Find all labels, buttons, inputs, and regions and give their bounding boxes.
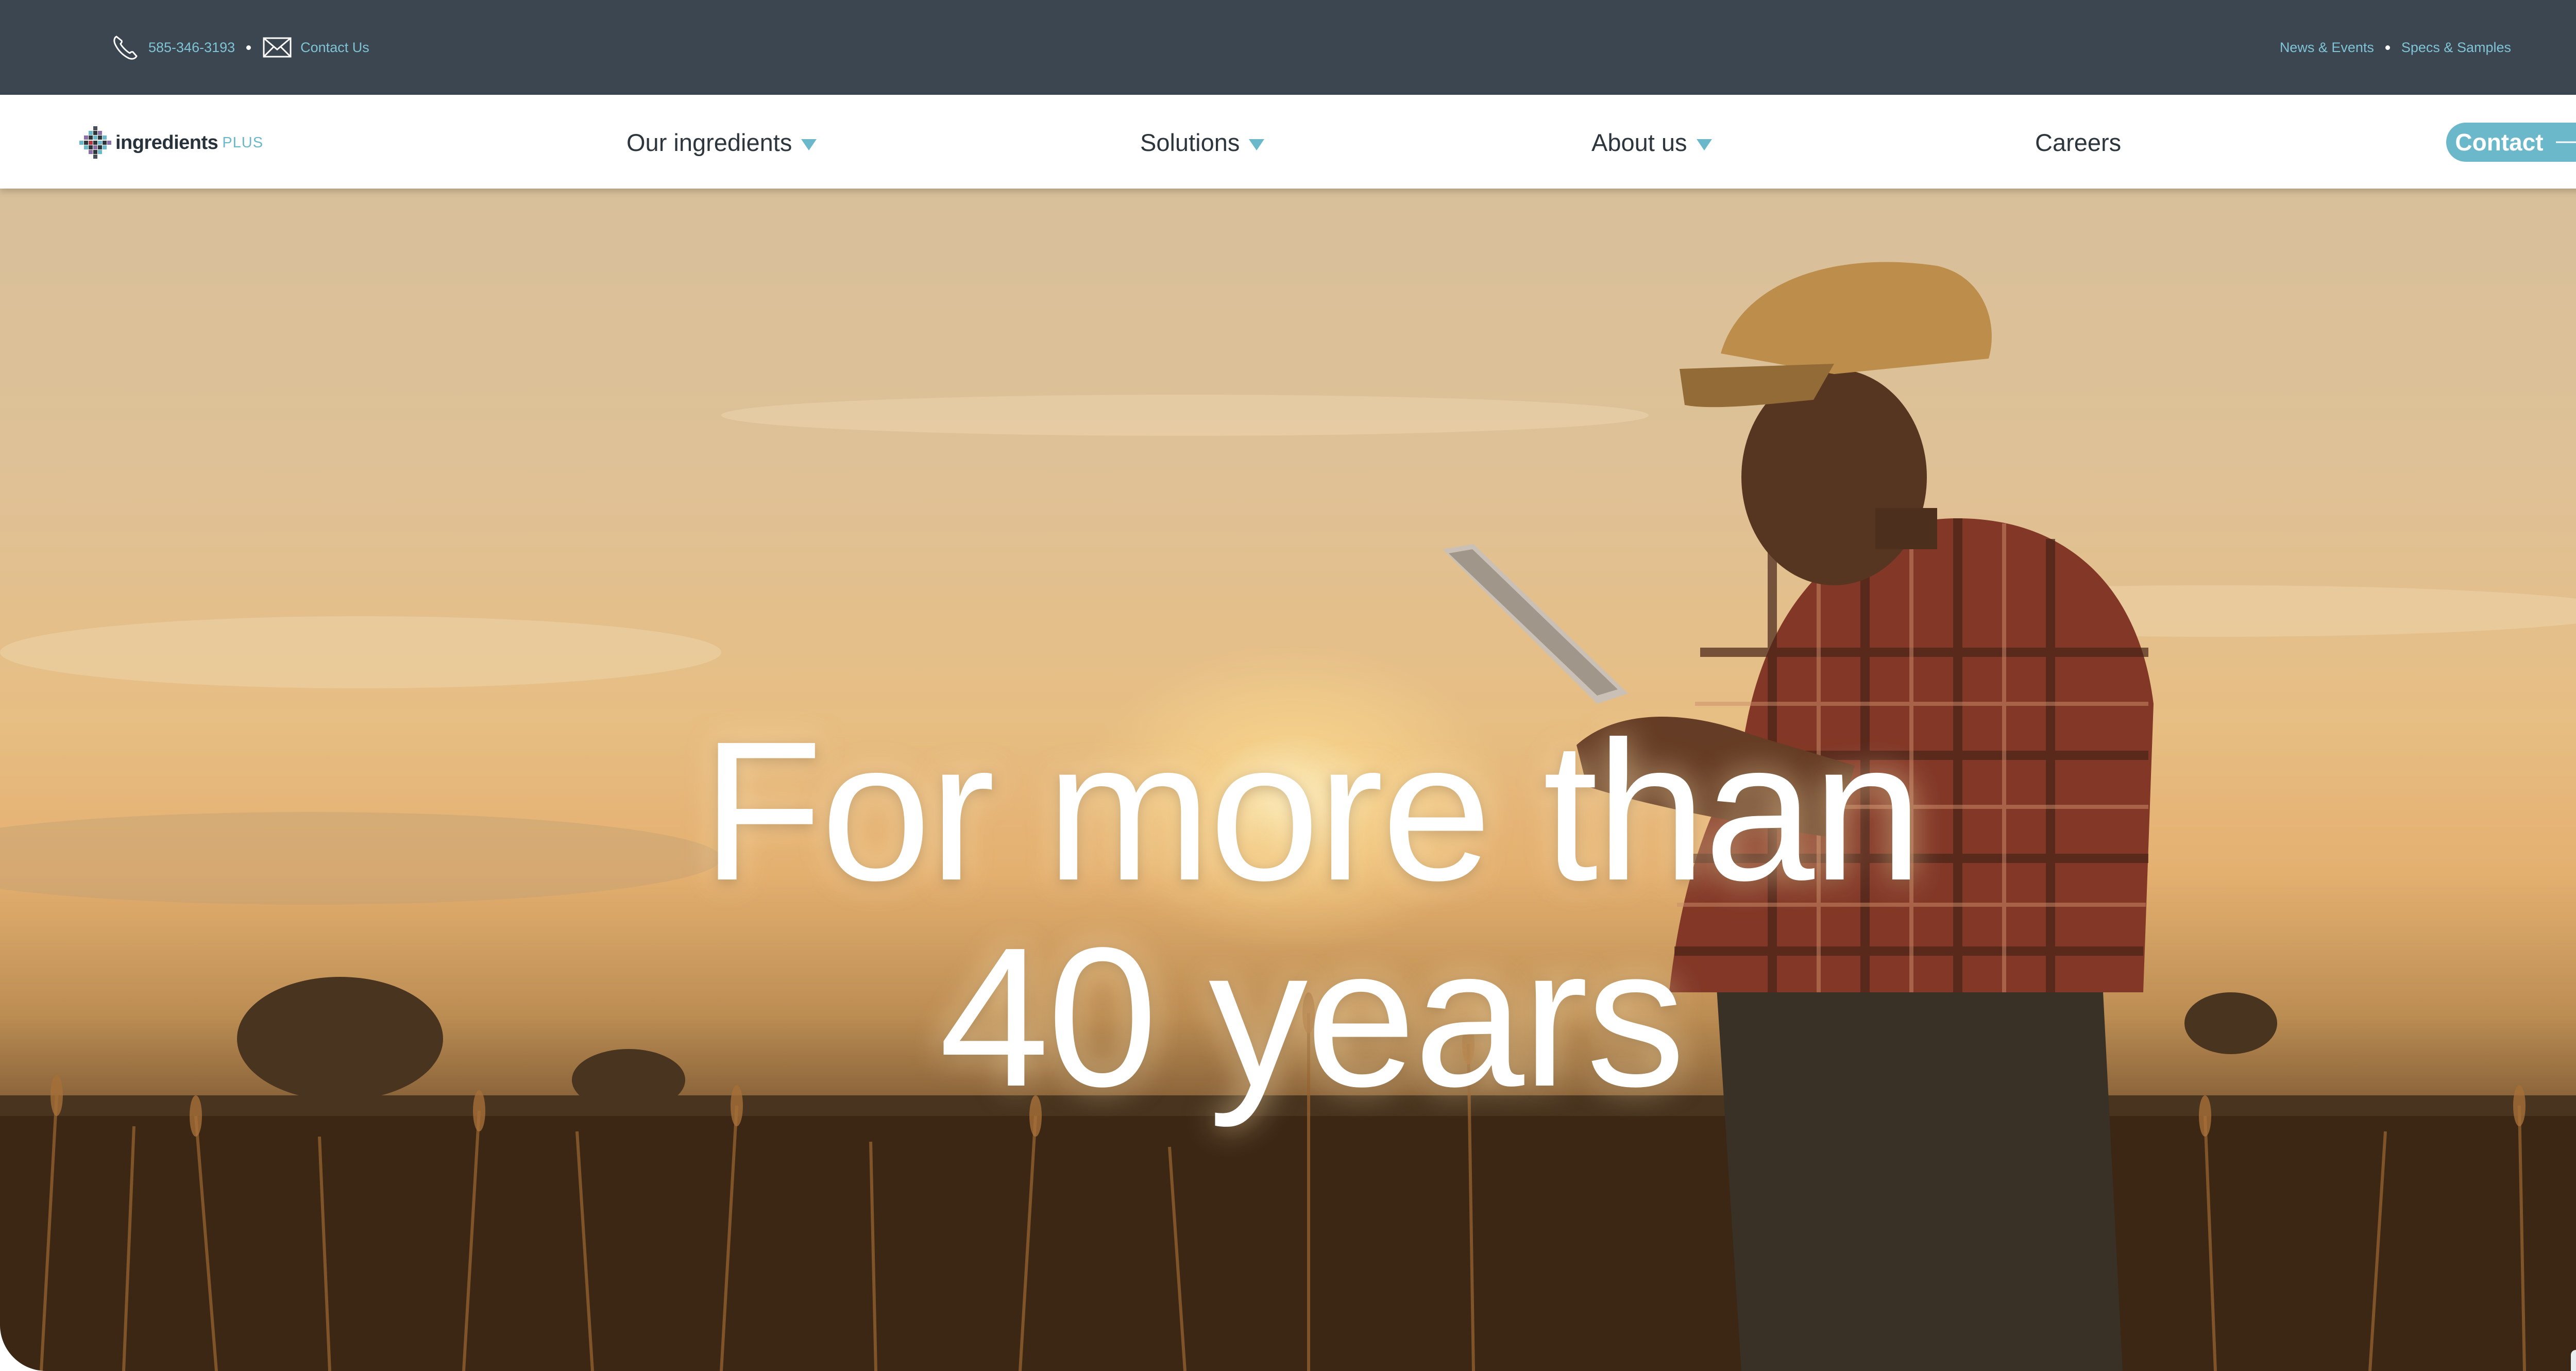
- nav-label: Our ingredients: [626, 128, 792, 156]
- phone-icon[interactable]: [110, 32, 140, 62]
- utility-bar: 585-346-3193 Contact Us News & Events Sp…: [0, 0, 2576, 95]
- nav-our-ingredients[interactable]: Our ingredients: [626, 127, 817, 158]
- brand-logo[interactable]: ingredients PLUS: [77, 125, 263, 161]
- separator-dot: [2385, 45, 2390, 50]
- specs-samples-link[interactable]: Specs & Samples: [2401, 40, 2511, 56]
- contact-button-label: Contact: [2455, 129, 2544, 156]
- nav-about-us[interactable]: About us: [1591, 127, 1712, 158]
- logo-mosaic-icon: [79, 126, 111, 159]
- news-events-link[interactable]: News & Events: [2280, 40, 2374, 56]
- utility-links-group: News & Events Specs & Samples: [2280, 32, 2511, 63]
- dropdown-caret-icon: [1249, 139, 1265, 150]
- phone-link[interactable]: 585-346-3193: [148, 40, 235, 56]
- nav-careers[interactable]: Careers: [2035, 127, 2121, 158]
- nav-label: Solutions: [1140, 128, 1240, 156]
- arrow-right-icon: [2555, 141, 2576, 143]
- hero-banner: For more than 40 years: [0, 189, 2576, 1371]
- utility-contact-group: 585-346-3193 Contact Us: [110, 32, 369, 63]
- contact-us-link[interactable]: Contact Us: [300, 40, 369, 56]
- hero-headline-line2: 40 years: [939, 905, 1686, 1128]
- hero-headline: For more than 40 years: [0, 699, 2576, 1128]
- brand-suffix: PLUS: [222, 134, 264, 151]
- main-navigation: ingredients PLUS Our ingredients Solutio…: [0, 95, 2576, 189]
- scroll-to-top-button[interactable]: ⌃: [2571, 1350, 2576, 1371]
- nav-label: Careers: [2035, 128, 2122, 156]
- contact-button[interactable]: Contact: [2446, 123, 2576, 162]
- dropdown-caret-icon: [801, 139, 817, 150]
- envelope-icon[interactable]: [262, 32, 292, 62]
- nav-solutions[interactable]: Solutions: [1140, 127, 1265, 158]
- nav-label: About us: [1591, 128, 1687, 156]
- brand-name: ingredients: [115, 131, 218, 154]
- separator-dot: [246, 45, 251, 50]
- dropdown-caret-icon: [1696, 139, 1712, 150]
- hero-headline-line1: For more than: [702, 699, 1923, 922]
